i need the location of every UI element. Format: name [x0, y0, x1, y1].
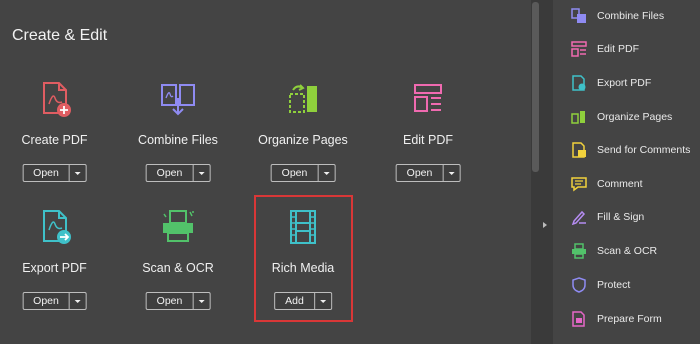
combine-files-icon [161, 84, 195, 116]
selection-highlight [254, 195, 353, 322]
organize-pages-icon [289, 84, 317, 113]
open-button[interactable]: Open [23, 293, 69, 309]
sidebar-item-label: Organize Pages [597, 111, 673, 123]
fill-sign-icon [571, 210, 586, 225]
chevron-down-icon[interactable] [192, 293, 209, 309]
sidebar-item-label: Protect [597, 279, 631, 291]
sidebar-item-comment[interactable]: Comment [553, 173, 700, 195]
open-split-button[interactable]: Open [270, 164, 336, 182]
tool-label: Organize Pages [258, 133, 348, 147]
vertical-scrollbar[interactable] [531, 0, 540, 344]
tool-create-pdf[interactable]: Create PDF Open [0, 80, 109, 210]
tool-label: Combine Files [138, 133, 218, 147]
tool-label: Create PDF [21, 133, 88, 147]
open-button[interactable]: Open [397, 165, 443, 181]
sidebar-item-prepare-form[interactable]: Prepare Form [553, 308, 700, 330]
open-button[interactable]: Open [272, 165, 318, 181]
sidebar-item-label: Edit PDF [597, 43, 640, 55]
open-split-button[interactable]: Open [395, 164, 461, 182]
chevron-down-icon[interactable] [317, 165, 334, 181]
sidebar-item-label: Prepare Form [597, 313, 662, 325]
chevron-down-icon[interactable] [192, 165, 209, 181]
tool-organize-pages[interactable]: Organize Pages Open [248, 80, 358, 210]
sidebar-item-label: Scan & OCR [597, 245, 658, 257]
chevron-down-icon[interactable] [442, 165, 459, 181]
sidebar-item-label: Export PDF [597, 77, 652, 89]
open-split-button[interactable]: Open [22, 164, 87, 182]
open-button[interactable]: Open [23, 165, 69, 181]
tools-main-area: Create & Edit Create PDF Open Combine Fi… [0, 0, 530, 344]
tool-combine-files[interactable]: Combine Files Open [123, 80, 233, 210]
sidebar-item-organize-pages[interactable]: Organize Pages [553, 106, 700, 128]
organize-pages-icon [571, 111, 585, 124]
tool-scan-ocr[interactable]: Scan & OCR Open [123, 208, 233, 338]
chevron-down-icon[interactable] [68, 165, 86, 181]
open-button[interactable]: Open [147, 293, 193, 309]
scan-ocr-icon [572, 243, 586, 259]
edit-pdf-icon [571, 41, 587, 57]
sidebar-item-export-pdf[interactable]: Export PDF [553, 72, 700, 94]
scan-ocr-icon [163, 210, 194, 242]
sidebar-item-scan-ocr[interactable]: Scan & OCR [553, 240, 700, 262]
edit-pdf-icon [414, 84, 442, 112]
tool-export-pdf[interactable]: Export PDF Open [0, 208, 109, 338]
sidebar-item-protect[interactable]: Protect [553, 274, 700, 296]
chevron-right-icon[interactable] [543, 222, 547, 228]
sidebar-item-label: Fill & Sign [597, 211, 645, 223]
chevron-down-icon[interactable] [68, 293, 86, 309]
export-pdf-icon [42, 210, 71, 244]
combine-files-icon [571, 8, 586, 23]
sidebar-item-send-for-comments[interactable]: Send for Comments [553, 139, 700, 161]
sidebar-item-edit-pdf[interactable]: Edit PDF [553, 38, 700, 60]
tool-label: Export PDF [22, 261, 87, 275]
open-button[interactable]: Open [147, 165, 193, 181]
sidebar-item-combine-files[interactable]: Combine Files [553, 5, 700, 27]
send-for-comments-icon [572, 142, 586, 158]
scrollbar-thumb[interactable] [532, 2, 539, 172]
export-pdf-icon [572, 75, 586, 91]
tool-edit-pdf[interactable]: Edit PDF Open [373, 80, 483, 210]
tool-label: Scan & OCR [142, 261, 214, 275]
panel-collapse-toggle[interactable] [540, 0, 553, 344]
sidebar-item-label: Comment [597, 178, 643, 190]
tool-label: Edit PDF [402, 133, 453, 147]
open-split-button[interactable]: Open [145, 164, 211, 182]
protect-icon [572, 277, 586, 293]
open-split-button[interactable]: Open [145, 292, 211, 310]
sidebar-item-fill-sign[interactable]: Fill & Sign [553, 206, 700, 228]
section-title: Create & Edit [12, 27, 108, 44]
right-tools-panel: Combine Files Edit PDF Export PDF Organi… [553, 0, 700, 344]
sidebar-item-label: Combine Files [597, 10, 665, 22]
open-split-button[interactable]: Open [22, 292, 87, 310]
prepare-form-icon [572, 311, 585, 327]
comment-icon [571, 177, 587, 192]
sidebar-item-label: Send for Comments [597, 144, 691, 156]
create-pdf-icon [42, 82, 71, 117]
